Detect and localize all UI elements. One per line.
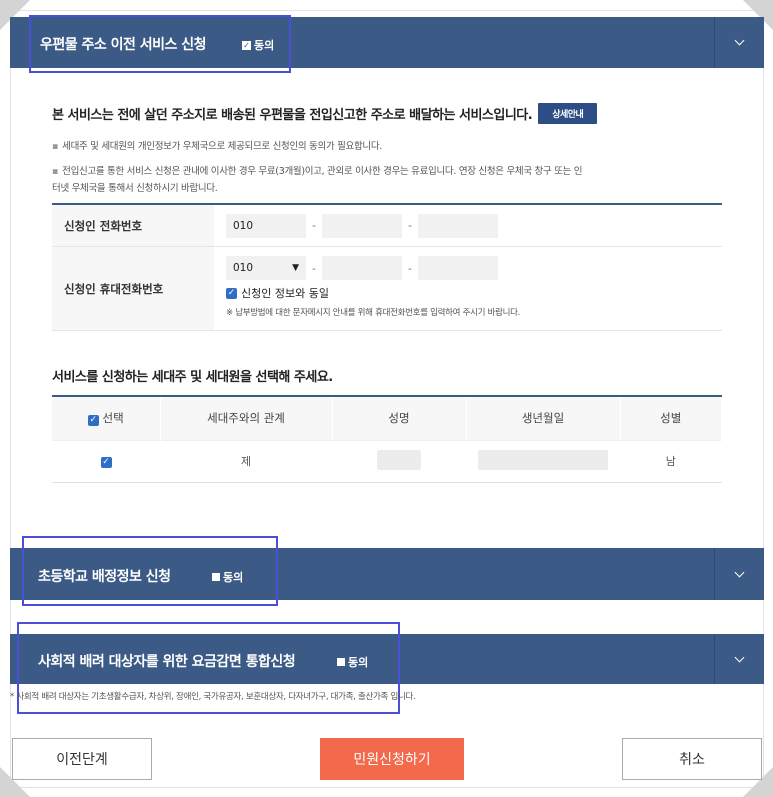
chevron-down-icon: ▼ (292, 263, 299, 273)
social-footnote: * 사회적 배려 대상자는 기초생활수급자, 차상위, 장애인, 국가유공자, … (10, 692, 416, 702)
phone-prefix-input[interactable]: 010 (226, 213, 306, 238)
consent-note: ▪ 세대주 및 세대원의 개인정보가 우체국으로 제공되므로 신청인의 동의가 필… (52, 141, 383, 152)
column-name: 성명 (332, 396, 467, 440)
fee-note: ▪ 전입신고를 통한 서비스 신청은 관내에 이사한 경우 무료(3개월)이고, … (52, 166, 583, 194)
intro-text: 본 서비스는 전에 살던 주소지로 배송된 우편물을 전입신고한 주소로 배달하… (52, 108, 533, 123)
column-select[interactable]: ✓ 선택 (52, 396, 161, 440)
mobile-note: ※ 납부방법에 대한 문자메시지 안내를 위해 휴대전화번호를 입력하여 주시기… (226, 308, 521, 318)
mobile-last-input[interactable] (417, 256, 498, 280)
mobile-row: 신청인 휴대전화번호 010 ▼ - - ✓ 신청인 정보와 동일 ※ 납부방법에… (52, 247, 722, 331)
phone-last-input[interactable] (417, 213, 498, 238)
mobile-label: 신청인 휴대전화번호 (52, 247, 214, 330)
column-relation: 세대주와의 관계 (160, 396, 333, 440)
phone-row: 신청인 전화번호 010 - - (52, 205, 722, 247)
chevron-down-icon (734, 652, 745, 662)
same-as-applicant-checkbox[interactable]: ✓ 신청인 정보와 동일 (226, 285, 710, 301)
detail-info-button[interactable]: 상세안내 (538, 103, 598, 124)
phone-label: 신청인 전화번호 (52, 205, 214, 246)
cancel-button[interactable]: 취소 (622, 738, 762, 780)
mobile-middle-input[interactable] (321, 256, 402, 280)
submit-button[interactable]: 민원신청하기 (320, 738, 464, 780)
chevron-down-icon (734, 35, 745, 46)
name-cell (332, 439, 466, 482)
phone-middle-input[interactable] (321, 213, 402, 238)
toggle-button[interactable] (714, 634, 764, 684)
household-heading: 서비스를 신청하는 세대주 및 세대원을 선택해 주세요. (52, 370, 333, 385)
mobile-prefix-select[interactable]: 010 ▼ (226, 256, 306, 280)
redacted-birth (478, 449, 608, 470)
applicant-form: 신청인 전화번호 010 - - 신청인 휴대전화번호 010 ▼ - - ✓ 신… (52, 203, 722, 331)
toggle-button[interactable] (714, 17, 764, 68)
highlight-box (22, 536, 278, 606)
household-table: ✓ 선택 세대주와의 관계 성명 생년월일 성별 ✓ 제 남 (52, 395, 722, 483)
table-row: ✓ 제 남 (52, 439, 722, 482)
column-gender: 성별 (620, 396, 722, 440)
checkbox-checked-icon: ✓ (226, 287, 237, 299)
prev-step-button[interactable]: 이전단계 (12, 738, 152, 780)
checkbox-checked-icon: ✓ (100, 457, 112, 468)
chevron-down-icon (734, 567, 745, 577)
highlight-box (29, 15, 291, 73)
redacted-name (377, 449, 421, 470)
row-select-checkbox[interactable]: ✓ (52, 439, 160, 482)
gender-cell: 남 (620, 439, 722, 482)
service-intro: 본 서비스는 전에 살던 주소지로 배송된 우편물을 전입신고한 주소로 배달하… (52, 103, 598, 124)
relation-cell: 제 (160, 439, 332, 482)
birth-cell (466, 439, 620, 482)
toggle-button[interactable] (714, 548, 764, 600)
column-birth: 생년월일 (466, 396, 621, 440)
checkbox-checked-icon: ✓ (87, 415, 99, 427)
